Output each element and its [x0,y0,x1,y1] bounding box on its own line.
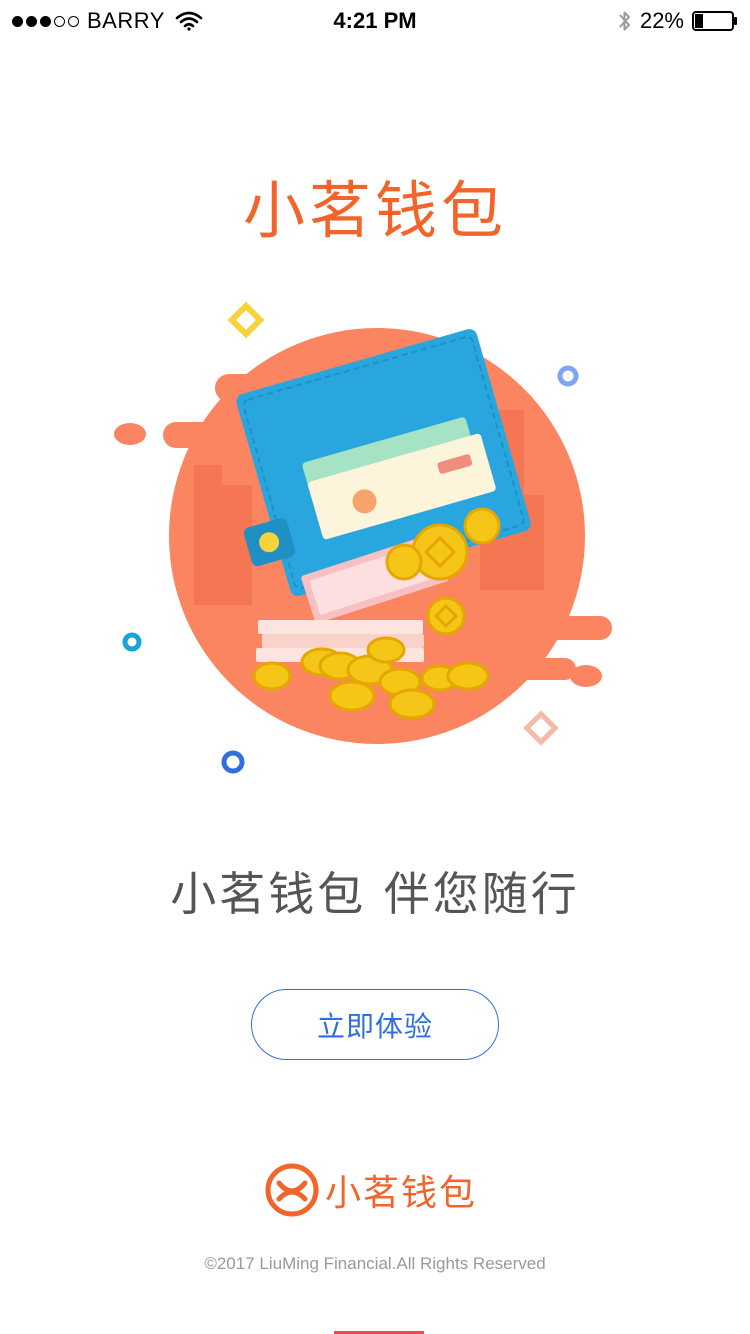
brand-logo-icon [265,1163,319,1217]
copyright: ©2017 LiuMing Financial.All Rights Reser… [204,1254,546,1273]
footer-brand-name: 小茗钱包 [325,1173,478,1214]
battery-icon [692,11,737,31]
footer-brand: 小茗钱包 [265,1162,505,1218]
pink-diamond-icon [523,710,559,746]
ring-icon [122,632,142,652]
yellow-diamond-icon [227,301,265,339]
battery-percent: 22% [639,8,684,33]
app-title: 小茗钱包 [242,174,507,247]
try-now-button[interactable]: 立即体验 [251,989,499,1060]
status-bar: BARRY 4:21 PM 22% [0,0,750,40]
ring-icon [557,365,579,387]
wallet-illustration [114,301,612,774]
bluetooth-icon [619,11,630,31]
slogan: 小茗钱包 伴您随行 [170,867,580,921]
status-right: 22% [618,8,738,34]
ring-icon [221,750,245,774]
